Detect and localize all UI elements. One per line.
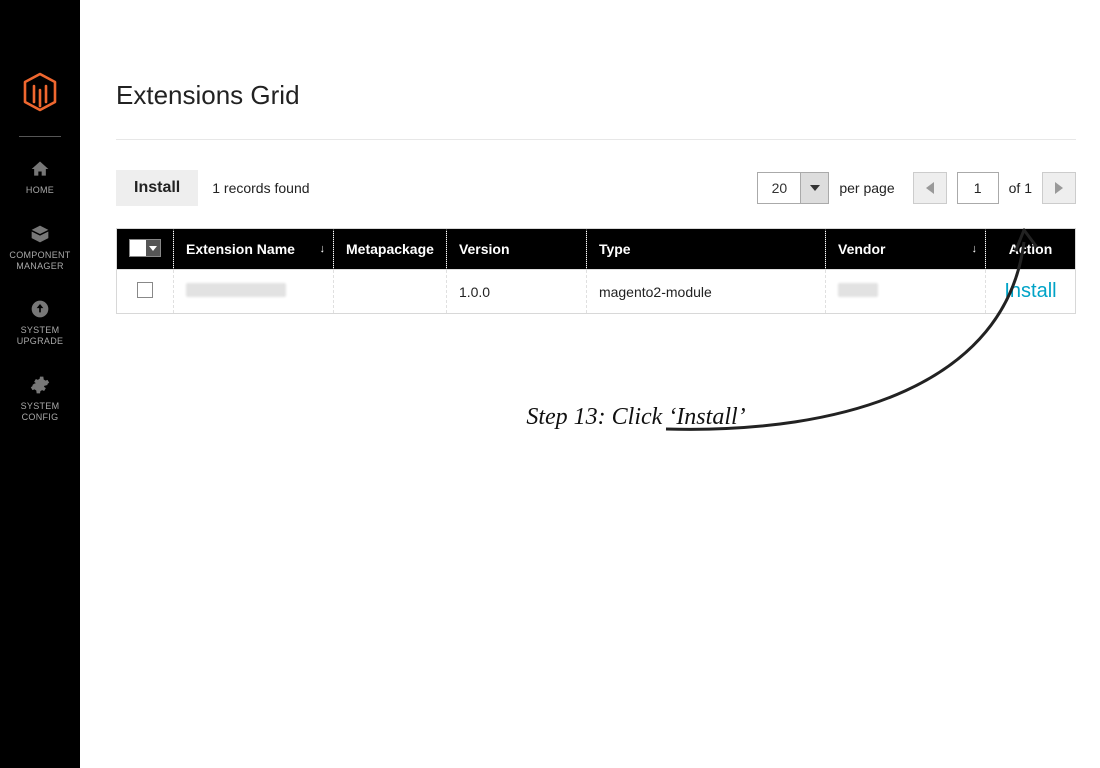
column-vendor[interactable]: Vendor ↓: [826, 229, 986, 270]
column-label: Metapackage: [346, 241, 434, 257]
table-row: 1.0.0 magento2-module Install: [117, 270, 1076, 314]
column-label: Version: [459, 241, 510, 257]
cell-action: Install: [986, 270, 1076, 314]
redacted-text: [838, 283, 878, 297]
column-version[interactable]: Version: [446, 229, 586, 270]
cell-version: 1.0.0: [446, 270, 586, 314]
title-divider: [116, 139, 1076, 140]
checkbox-icon: [130, 240, 146, 256]
sidebar-item-label: HOME: [26, 185, 54, 196]
annotation-text: Step 13: Click ‘Install’: [196, 404, 1076, 431]
sidebar-item-label: SYSTEM CONFIG: [21, 401, 60, 423]
per-page-group: 20 per page: [757, 172, 894, 204]
chevron-down-icon[interactable]: [800, 173, 828, 203]
sort-arrow-icon: ↓: [320, 243, 326, 255]
annotation-overlay: Step 13: Click ‘Install’: [116, 404, 1076, 431]
pager-current-input[interactable]: [957, 172, 999, 204]
magento-logo-icon: [22, 72, 58, 112]
column-label: Extension Name: [186, 241, 295, 257]
column-label: Action: [1009, 241, 1053, 257]
upgrade-icon: [30, 299, 50, 319]
sidebar-item-label: COMPONENT MANAGER: [9, 250, 70, 272]
column-label: Vendor: [838, 241, 885, 257]
grid-header-row: Extension Name ↓ Metapackage Version Typ…: [117, 229, 1076, 270]
per-page-label: per page: [839, 180, 894, 196]
pager-prev-button[interactable]: [913, 172, 947, 204]
sort-arrow-icon: ↓: [972, 243, 978, 255]
cell-vendor: [826, 270, 986, 314]
column-type[interactable]: Type: [586, 229, 825, 270]
chevron-down-icon[interactable]: [146, 240, 160, 256]
pager-next-button[interactable]: [1042, 172, 1076, 204]
extensions-grid: Extension Name ↓ Metapackage Version Typ…: [116, 228, 1076, 314]
records-found-text: 1 records found: [212, 180, 309, 196]
header-checkbox-cell: [117, 229, 174, 270]
sidebar-item-home[interactable]: HOME: [26, 159, 54, 196]
home-icon: [30, 159, 50, 179]
pager-of-text: of 1: [1009, 180, 1032, 196]
sidebar-item-system-upgrade[interactable]: SYSTEM UPGRADE: [17, 299, 64, 347]
column-label: Type: [599, 241, 631, 257]
row-checkbox[interactable]: [137, 282, 153, 298]
sidebar-item-label: SYSTEM UPGRADE: [17, 325, 64, 347]
toolbar-left: Install 1 records found: [116, 170, 310, 206]
column-metapackage[interactable]: Metapackage: [334, 229, 447, 270]
sidebar-item-component-manager[interactable]: COMPONENT MANAGER: [9, 224, 70, 272]
per-page-value: 20: [758, 173, 800, 203]
cell-extension-name: [174, 270, 334, 314]
select-all-checkbox[interactable]: [129, 239, 161, 257]
sidebar-item-system-config[interactable]: SYSTEM CONFIG: [21, 375, 60, 423]
column-action: Action: [986, 229, 1076, 270]
install-action-link[interactable]: Install: [1004, 280, 1056, 302]
package-icon: [30, 224, 50, 244]
install-button[interactable]: Install: [116, 170, 198, 206]
sidebar: HOME COMPONENT MANAGER SYSTEM UPGRADE SY…: [0, 0, 80, 768]
page-title: Extensions Grid: [116, 80, 1076, 111]
cell-type: magento2-module: [586, 270, 825, 314]
cell-metapackage: [334, 270, 447, 314]
toolbar: Install 1 records found 20 per page: [116, 170, 1076, 206]
pager-group: of 1: [913, 172, 1076, 204]
sidebar-divider: [19, 136, 61, 137]
column-extension-name[interactable]: Extension Name ↓: [174, 229, 334, 270]
gear-icon: [30, 375, 50, 395]
main-content: Extensions Grid Install 1 records found …: [80, 0, 1100, 768]
per-page-select[interactable]: 20: [757, 172, 829, 204]
redacted-text: [186, 283, 286, 297]
row-checkbox-cell: [117, 270, 174, 314]
toolbar-right: 20 per page of 1: [757, 172, 1076, 204]
